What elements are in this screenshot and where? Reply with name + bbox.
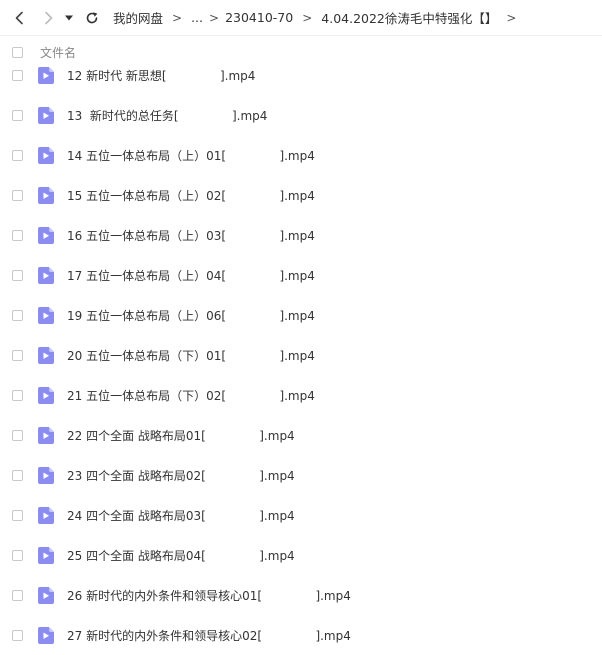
file-checkbox[interactable] xyxy=(12,549,23,561)
file-checkbox[interactable] xyxy=(12,349,23,361)
file-name[interactable]: 24 四个全面 战略布局03[ ].mp4 xyxy=(67,507,295,524)
breadcrumb-separator: > xyxy=(172,10,183,25)
video-file-icon xyxy=(38,226,54,244)
chevron-left-icon xyxy=(15,11,23,24)
file-name[interactable]: 21 五位一体总布局（下）02[ ].mp4 xyxy=(67,387,315,404)
breadcrumb-separator: > xyxy=(506,10,517,25)
video-file-icon xyxy=(38,186,54,204)
file-row[interactable]: 20 五位一体总布局（下）01[ ].mp4 xyxy=(0,335,602,375)
file-list: 12 新时代 新思想[ ].mp4 13 新时代的总任务[ ].mp4 14 五位一… xyxy=(0,55,602,655)
file-checkbox[interactable] xyxy=(12,509,23,521)
file-row[interactable]: 22 四个全面 战略布局01[ ].mp4 xyxy=(0,415,602,455)
video-file-icon xyxy=(38,546,54,564)
file-name[interactable]: 26 新时代的内外条件和领导核心01[ ].mp4 xyxy=(67,587,351,604)
file-row[interactable]: 14 五位一体总布局（上）01[ ].mp4 xyxy=(0,135,602,175)
video-file-icon xyxy=(38,266,54,284)
file-row[interactable]: 25 四个全面 战略布局04[ ].mp4 xyxy=(0,535,602,575)
file-name[interactable]: 22 四个全面 战略布局01[ ].mp4 xyxy=(67,427,295,444)
breadcrumb-item-current[interactable]: 4.04.2022徐涛毛中特强化【】 xyxy=(321,8,497,27)
file-row[interactable]: 17 五位一体总布局（上）04[ ].mp4 xyxy=(0,255,602,295)
breadcrumb-item-root[interactable]: 我的网盘 xyxy=(113,8,163,27)
file-name[interactable]: 23 四个全面 战略布局02[ ].mp4 xyxy=(67,467,295,484)
file-checkbox[interactable] xyxy=(12,269,23,281)
file-checkbox[interactable] xyxy=(12,229,23,241)
video-file-icon xyxy=(38,306,54,324)
file-checkbox[interactable] xyxy=(12,469,23,481)
file-row[interactable]: 26 新时代的内外条件和领导核心01[ ].mp4 xyxy=(0,575,602,615)
file-name[interactable]: 17 五位一体总布局（上）04[ ].mp4 xyxy=(67,267,315,284)
file-row[interactable]: 21 五位一体总布局（下）02[ ].mp4 xyxy=(0,375,602,415)
breadcrumb: 我的网盘 > ... > 230410-70 > 4.04.2022徐涛毛中特强… xyxy=(113,8,525,27)
file-name[interactable]: 14 五位一体总布局（上）01[ ].mp4 xyxy=(67,147,315,164)
file-checkbox[interactable] xyxy=(12,629,23,641)
file-name[interactable]: 15 五位一体总布局（上）02[ ].mp4 xyxy=(67,187,315,204)
video-file-icon xyxy=(38,386,54,404)
video-file-icon xyxy=(38,626,54,644)
file-checkbox[interactable] xyxy=(12,589,23,601)
file-row[interactable]: 12 新时代 新思想[ ].mp4 xyxy=(0,55,602,95)
file-checkbox[interactable] xyxy=(12,429,23,441)
back-button[interactable] xyxy=(7,4,33,32)
file-row[interactable]: 27 新时代的内外条件和领导核心02[ ].mp4 xyxy=(0,615,602,655)
video-file-icon xyxy=(38,106,54,124)
file-name[interactable]: 27 新时代的内外条件和领导核心02[ ].mp4 xyxy=(67,627,351,644)
breadcrumb-separator: > xyxy=(302,10,313,25)
video-file-icon xyxy=(38,66,54,84)
file-row[interactable]: 15 五位一体总布局（上）02[ ].mp4 xyxy=(0,175,602,215)
file-name[interactable]: 13 新时代的总任务[ ].mp4 xyxy=(67,107,267,124)
file-name[interactable]: 12 新时代 新思想[ ].mp4 xyxy=(67,67,255,84)
video-file-icon xyxy=(38,346,54,364)
file-row[interactable]: 16 五位一体总布局（上）03[ ].mp4 xyxy=(0,215,602,255)
file-checkbox[interactable] xyxy=(12,309,23,321)
file-row[interactable]: 19 五位一体总布局（上）06[ ].mp4 xyxy=(0,295,602,335)
file-name[interactable]: 19 五位一体总布局（上）06[ ].mp4 xyxy=(67,307,315,324)
forward-button[interactable] xyxy=(35,4,61,32)
file-name[interactable]: 16 五位一体总布局（上）03[ ].mp4 xyxy=(67,227,315,244)
breadcrumb-separator: > xyxy=(209,10,220,25)
refresh-icon xyxy=(86,11,98,23)
caret-down-icon xyxy=(65,15,73,20)
file-checkbox[interactable] xyxy=(12,389,23,401)
file-row[interactable]: 13 新时代的总任务[ ].mp4 xyxy=(0,95,602,135)
history-dropdown-button[interactable] xyxy=(61,4,77,32)
file-name[interactable]: 25 四个全面 战略布局04[ ].mp4 xyxy=(67,547,295,564)
file-row[interactable]: 23 四个全面 战略布局02[ ].mp4 xyxy=(0,455,602,495)
breadcrumb-item-folder[interactable]: 230410-70 xyxy=(225,10,293,25)
video-file-icon xyxy=(38,146,54,164)
toolbar: 我的网盘 > ... > 230410-70 > 4.04.2022徐涛毛中特强… xyxy=(0,0,602,36)
file-checkbox[interactable] xyxy=(12,149,23,161)
file-checkbox[interactable] xyxy=(12,189,23,201)
video-file-icon xyxy=(38,506,54,524)
file-row[interactable]: 24 四个全面 战略布局03[ ].mp4 xyxy=(0,495,602,535)
file-checkbox[interactable] xyxy=(12,109,23,121)
file-checkbox[interactable] xyxy=(12,69,23,81)
video-file-icon xyxy=(38,426,54,444)
video-file-icon xyxy=(38,586,54,604)
file-name[interactable]: 20 五位一体总布局（下）01[ ].mp4 xyxy=(67,347,315,364)
video-file-icon xyxy=(38,466,54,484)
chevron-right-icon xyxy=(45,11,53,24)
refresh-button[interactable] xyxy=(79,4,105,32)
breadcrumb-item-ellipsis[interactable]: ... xyxy=(191,10,203,25)
